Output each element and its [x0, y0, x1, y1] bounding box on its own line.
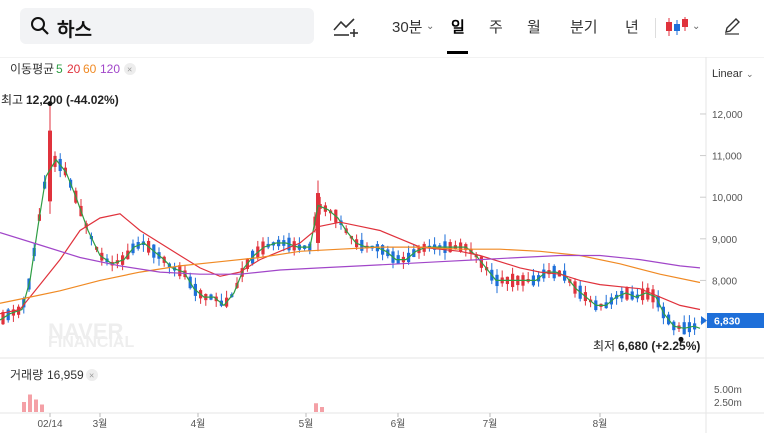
y-tick-label: 11,000 [712, 152, 742, 163]
volume-bar [314, 403, 318, 412]
x-tick-label: 4월 [191, 418, 206, 430]
volume-bar [40, 404, 44, 412]
tab-month[interactable]: 월 [527, 16, 541, 37]
watermark-financial: FINANCIAL [48, 334, 134, 351]
x-tick-label: 5월 [299, 418, 314, 430]
y-tick-label: 9,000 [712, 235, 737, 246]
ma120-legend: 120 [100, 62, 120, 76]
ma-legend-title: 이동평균 [10, 62, 54, 76]
tab-week[interactable]: 주 [489, 16, 503, 37]
search-input[interactable]: 하스 [57, 15, 92, 42]
y-tick-label: 10,000 [712, 193, 743, 204]
volume-bar [22, 402, 26, 412]
spike-body [48, 130, 52, 202]
low-label: 최저 [593, 339, 615, 353]
search-icon [31, 17, 49, 35]
toolbar-divider [655, 18, 656, 38]
x-tick-label: 02/14 [37, 419, 62, 430]
high-value: 12,200 (-44.02%) [26, 93, 119, 107]
spike-body [316, 193, 320, 243]
candlestick-icon[interactable] [665, 16, 689, 38]
search-box[interactable]: 하스 [20, 8, 314, 44]
scale-chevron-icon: ⌄ [746, 69, 754, 79]
ma120-line [0, 232, 701, 275]
interval-selector[interactable]: 30분 [392, 16, 423, 37]
x-tick-label: 7월 [483, 418, 498, 430]
tab-day[interactable]: 일 [451, 16, 465, 37]
x-tick-label: 3월 [93, 418, 108, 430]
pencil-icon[interactable] [723, 17, 741, 35]
volume-tick-2-5m: 2.50m [714, 398, 742, 409]
tab-quarter[interactable]: 분기 [570, 16, 598, 37]
chart-toolbar: 하스 30분 ⌄ 일 주 월 분기 년 ⌄ [0, 0, 764, 56]
volume-bar [34, 399, 38, 412]
volume-value: 16,959 [47, 368, 84, 382]
ma5-legend: 5 [56, 62, 63, 76]
current-price-value: 6,830 [714, 316, 740, 328]
price-chart[interactable]: 이동평균 5 20 60 120 × Linear ⌄ NAVER FINANC… [0, 56, 764, 433]
x-tick-label: 6월 [391, 418, 406, 430]
tab-year[interactable]: 년 [625, 16, 639, 37]
y-tick-label: 12,000 [712, 110, 743, 121]
volume-close-x: × [89, 371, 94, 381]
ma-legend-close-x: × [127, 65, 132, 75]
x-tick-label: 8월 [593, 418, 608, 430]
chart-type-chevron-icon: ⌄ [692, 21, 701, 32]
active-tab-indicator [447, 51, 468, 54]
chart-area[interactable]: 이동평균 5 20 60 120 × Linear ⌄ NAVER FINANC… [0, 56, 764, 433]
ma60-legend: 60 [83, 62, 97, 76]
scale-selector[interactable]: Linear [712, 68, 743, 80]
volume-label: 거래량 [10, 368, 43, 382]
volume-tick-5m: 5.00m [714, 385, 742, 396]
volume-bar [28, 394, 32, 412]
high-label: 최고 [1, 93, 23, 107]
y-tick-label: 8,000 [712, 276, 737, 287]
chevron-down-icon: ⌄ [426, 21, 435, 32]
low-value: 6,680 (+2.25%) [618, 339, 700, 353]
add-indicator-icon[interactable] [333, 16, 359, 38]
ma20-line [0, 213, 701, 315]
ma20-legend: 20 [67, 62, 81, 76]
volume-bar [320, 407, 324, 412]
